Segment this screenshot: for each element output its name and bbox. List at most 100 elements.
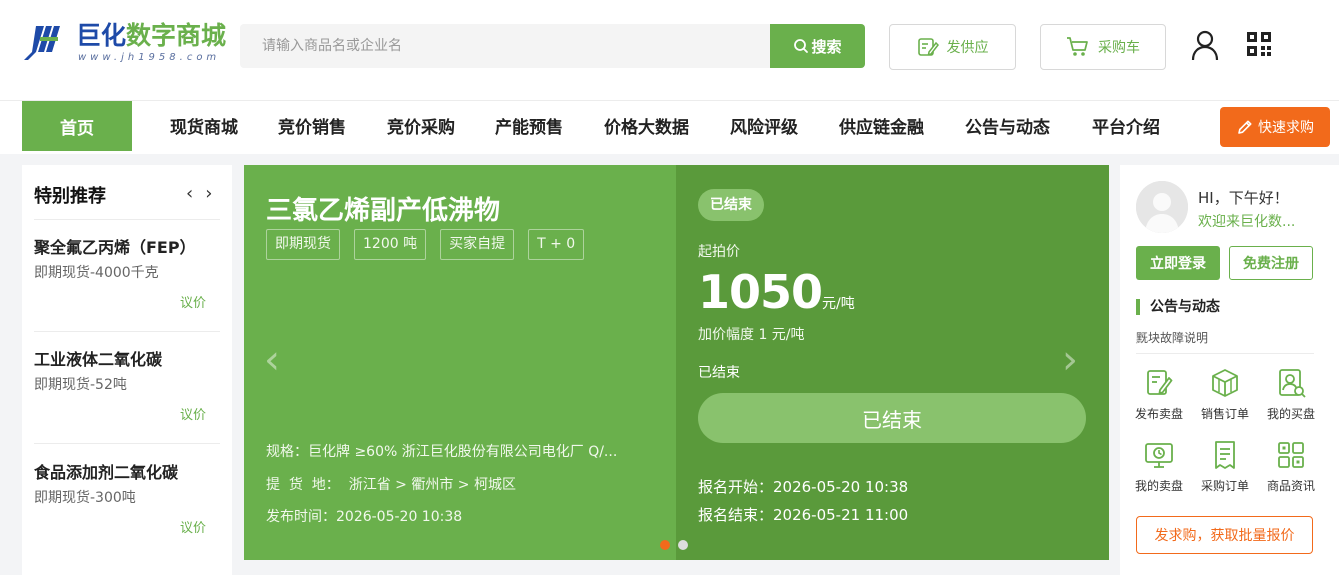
- recommend-item-name: 聚全氟乙丙烯（FEP）: [34, 238, 196, 257]
- nav-about[interactable]: 平台介绍: [1092, 101, 1160, 155]
- recommend-item-spec: 即期现货-300吨: [34, 490, 136, 506]
- auction-tag: T + 0: [528, 229, 585, 260]
- auction-tag: 买家自提: [440, 229, 515, 260]
- auction-title[interactable]: 三氯乙烯副产低沸物: [266, 190, 500, 227]
- cart-icon: [1067, 37, 1088, 56]
- recommend-title: 特别推荐: [34, 186, 106, 207]
- nav-bid-sale[interactable]: 竞价销售: [278, 101, 346, 155]
- recommend-item-price[interactable]: 议价: [180, 517, 206, 536]
- shortcut-my-sell[interactable]: 我的卖盘: [1126, 435, 1192, 497]
- signup-end: 报名结束：2026-05-21 11:00: [698, 506, 909, 524]
- recommend-item-spec: 即期现货-4000千克: [34, 265, 159, 281]
- grid-icon: [1278, 442, 1304, 468]
- greeting: HI，下午好！: [1198, 189, 1289, 207]
- shortcut-my-buy[interactable]: 我的买盘: [1258, 363, 1324, 425]
- banner-pagination: [660, 540, 688, 550]
- auction-tag: 1200 吨: [354, 229, 427, 260]
- banner-next-icon[interactable]: ›: [1062, 337, 1078, 383]
- request-quote-button[interactable]: 发求购，获取批量报价: [1136, 516, 1313, 554]
- header: 巨化数字商城 www.jh1958.com 搜索 发供应 采购车: [0, 0, 1339, 100]
- auction-tags: 即期现货 1200 吨 买家自提 T + 0: [266, 229, 585, 260]
- signup-start: 报名开始：2026-05-20 10:38: [698, 478, 909, 496]
- banner-dot-1[interactable]: [660, 540, 670, 550]
- nav-home[interactable]: 首页: [22, 101, 132, 151]
- shortcut-label: 发布卖盘: [1134, 407, 1183, 421]
- recommend-item-price[interactable]: 议价: [180, 404, 206, 423]
- auction-banner: 三氯乙烯副产低沸物 即期现货 1200 吨 买家自提 T + 0 ‹ › 规格：…: [244, 165, 1109, 560]
- monitor-icon: [1145, 443, 1173, 468]
- shortcut-label: 销售订单: [1200, 407, 1249, 421]
- auction-detail-panel: [676, 165, 1109, 560]
- login-button[interactable]: 立即登录: [1136, 246, 1220, 280]
- auction-location: 提 货 地： 浙江省 > 衢州市 > 柯城区: [266, 477, 516, 493]
- auction-publish-time: 发布时间：2026-05-20 10:38: [266, 509, 463, 525]
- cart-button[interactable]: 采购车: [1040, 24, 1166, 70]
- nav-price-data[interactable]: 价格大数据: [604, 101, 689, 155]
- recommend-item[interactable]: 聚全氟乙丙烯（FEP） 即期现货-4000千克 议价: [34, 220, 220, 332]
- pencil-icon: [1238, 120, 1252, 134]
- nav-news[interactable]: 公告与动态: [965, 101, 1050, 155]
- recommend-item-spec: 即期现货-52吨: [34, 377, 127, 393]
- user-icon[interactable]: [1190, 29, 1220, 61]
- user-doc-icon: [1279, 369, 1306, 398]
- search-bar: 搜索: [240, 24, 865, 68]
- avatar: [1136, 181, 1188, 233]
- auction-end-text: 已结束: [698, 365, 740, 381]
- edit-icon: [917, 38, 939, 56]
- logo-mark-icon: [24, 26, 60, 60]
- nav-supply-finance[interactable]: 供应链金融: [839, 101, 924, 155]
- shortcut-label: 商品资讯: [1266, 479, 1315, 493]
- recommend-pager: ‹ ›: [186, 183, 212, 204]
- nav-bid-purchase[interactable]: 竞价采购: [387, 101, 455, 155]
- auction-spec: 规格：巨化牌 ≥60% 浙江巨化股份有限公司电化厂 Q/...: [266, 444, 618, 460]
- cart-label: 采购车: [1098, 40, 1140, 56]
- recommend-panel: 特别推荐 ‹ › 聚全氟乙丙烯（FEP） 即期现货-4000千克 议价 工业液体…: [22, 165, 232, 575]
- search-input[interactable]: [240, 24, 770, 68]
- welcome-text: 欢迎来巨化数...: [1198, 214, 1296, 230]
- shortcut-product-news[interactable]: 商品资讯: [1258, 435, 1324, 497]
- shortcut-label: 采购订单: [1200, 479, 1249, 493]
- recommend-item-price[interactable]: 议价: [180, 292, 206, 311]
- start-price-value: 1050: [698, 265, 823, 319]
- nav-spot-mall[interactable]: 现货商城: [170, 101, 238, 155]
- search-button[interactable]: 搜索: [770, 24, 865, 68]
- search-icon: [794, 39, 809, 53]
- list-doc-icon: [1215, 441, 1235, 469]
- divider: [1136, 353, 1314, 354]
- banner-prev-icon[interactable]: ‹: [264, 337, 280, 383]
- bid-increment: 加价幅度 1 元/吨: [698, 327, 805, 343]
- register-button[interactable]: 免费注册: [1229, 246, 1313, 280]
- post-supply-button[interactable]: 发供应: [889, 24, 1016, 70]
- shortcut-purchase-orders[interactable]: 采购订单: [1192, 435, 1258, 497]
- recommend-item[interactable]: 食品添加剂二氧化碳 即期现货-300吨 议价: [34, 445, 220, 557]
- shortcut-sales-orders[interactable]: 销售订单: [1192, 363, 1258, 425]
- cube-icon: [1212, 369, 1238, 397]
- recommend-item-name: 工业液体二氧化碳: [34, 350, 163, 369]
- nav-capacity-presale[interactable]: 产能预售: [495, 101, 563, 155]
- logo-url: www.jh1958.com: [78, 52, 221, 63]
- post-supply-label: 发供应: [946, 40, 989, 56]
- notice-item[interactable]: 黖块故障说明: [1136, 329, 1208, 346]
- auction-ended-button[interactable]: 已结束: [698, 393, 1086, 443]
- chevron-right-icon[interactable]: ›: [205, 183, 212, 204]
- status-badge: 已结束: [698, 189, 764, 221]
- recommend-item[interactable]: 工业液体二氧化碳 即期现货-52吨 议价: [34, 332, 220, 444]
- qr-code-icon[interactable]: [1246, 31, 1272, 57]
- shortcut-label: 我的买盘: [1266, 407, 1315, 421]
- shortcut-grid: 发布卖盘 销售订单 我的买盘 我的卖盘 采购订单 商品资讯: [1126, 363, 1326, 497]
- quick-buy-button[interactable]: 快速求购: [1220, 107, 1330, 147]
- notice-title: 公告与动态: [1136, 299, 1220, 315]
- shortcut-label: 我的卖盘: [1134, 479, 1183, 493]
- edit-note-icon: [1147, 370, 1173, 395]
- user-panel: HI，下午好！ 欢迎来巨化数... 立即登录 免费注册 公告与动态 黖块故障说明…: [1120, 165, 1339, 575]
- chevron-left-icon[interactable]: ‹: [186, 183, 193, 204]
- main-nav: 首页 现货商城 竞价销售 竞价采购 产能预售 价格大数据 风险评级 供应链金融 …: [0, 100, 1339, 154]
- recommend-item-name: 食品添加剂二氧化碳: [34, 463, 179, 482]
- nav-risk-rating[interactable]: 风险评级: [730, 101, 798, 155]
- start-price: 1050元/吨: [698, 265, 855, 319]
- site-logo[interactable]: 巨化数字商城 www.jh1958.com: [22, 20, 226, 68]
- default-avatar-icon: [1136, 181, 1188, 233]
- start-price-label: 起拍价: [698, 244, 740, 260]
- banner-dot-2[interactable]: [678, 540, 688, 550]
- shortcut-post-sell[interactable]: 发布卖盘: [1126, 363, 1192, 425]
